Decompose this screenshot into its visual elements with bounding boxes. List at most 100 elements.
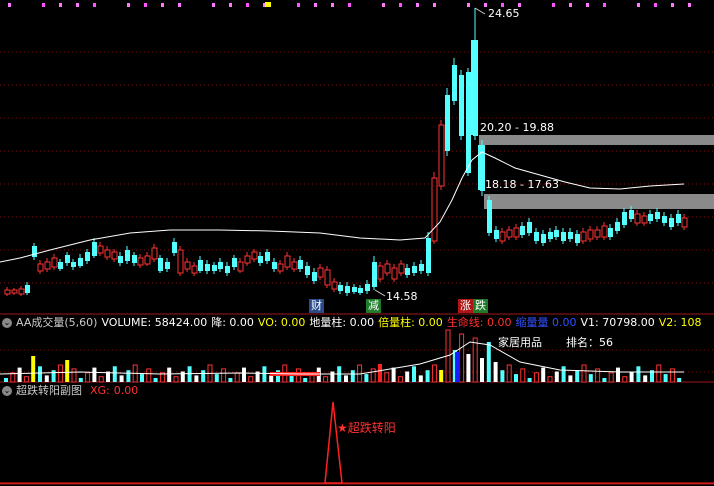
candle-body	[527, 222, 532, 233]
top-marker	[178, 3, 181, 7]
kline-chart-canvas[interactable]	[0, 0, 714, 486]
candle-body	[398, 263, 405, 274]
chevron-down-icon[interactable]: ⌄	[2, 386, 12, 396]
volume-bar	[561, 366, 566, 382]
volume-bar	[405, 371, 410, 382]
volume-bar	[234, 372, 240, 383]
top-marker	[348, 3, 351, 7]
volume-bar	[153, 378, 158, 382]
candle-body	[506, 229, 513, 238]
top-marker	[297, 3, 300, 7]
candle-body	[277, 263, 284, 272]
xg-label: XG:	[90, 384, 110, 397]
candle-body	[198, 260, 203, 271]
volume-bar	[636, 366, 641, 382]
volume-bar	[554, 371, 559, 382]
candle-body	[298, 260, 303, 269]
candle-body	[669, 218, 674, 227]
volume-bar	[364, 374, 369, 382]
volume-field: V2: 108	[658, 316, 702, 329]
candle-body	[568, 232, 573, 239]
volume-bar	[173, 376, 179, 383]
volume-bar	[350, 370, 355, 382]
top-marker	[59, 3, 62, 7]
volume-bar	[500, 370, 505, 382]
volume-field: 缩量量 0.00	[515, 316, 577, 329]
resistance-zone	[479, 135, 714, 145]
candle-body	[426, 238, 431, 273]
top-marker	[42, 3, 45, 7]
volume-bar	[242, 367, 246, 382]
volume-bar	[643, 375, 648, 382]
candle-body	[218, 262, 223, 269]
marker-jian[interactable]: 减	[366, 299, 381, 313]
candle-body	[317, 267, 324, 278]
marker-zhang[interactable]: 涨	[458, 299, 473, 313]
top-marker	[382, 3, 385, 7]
volume-field: VOLUME: 58424.00	[101, 316, 208, 329]
top-marker	[399, 3, 402, 7]
candle-body	[151, 247, 158, 260]
chevron-down-icon[interactable]: ⌄	[2, 318, 12, 328]
volume-bar	[418, 375, 423, 382]
candle-body	[331, 281, 338, 290]
volume-bar	[629, 371, 634, 382]
volume-bar	[472, 337, 478, 383]
top-marker	[603, 3, 606, 7]
support-zone	[484, 194, 714, 209]
marker-cai[interactable]: 财	[309, 299, 324, 313]
volume-bar	[486, 342, 491, 382]
volume-bar	[71, 368, 77, 383]
rank-value: 56	[599, 336, 613, 349]
candle-body	[487, 200, 492, 233]
marker-die[interactable]: 跌	[473, 299, 488, 313]
volume-bar	[65, 360, 70, 382]
top-marker	[654, 3, 657, 7]
volume-bar	[506, 364, 512, 383]
candle-body	[459, 75, 464, 136]
candle-body	[478, 145, 484, 190]
candle-body	[338, 285, 343, 291]
signal-panel-title[interactable]: 超跌转阳副图	[16, 384, 82, 397]
candle-body	[324, 269, 331, 286]
candle-body	[51, 257, 58, 268]
top-marker	[93, 3, 96, 7]
top-marker	[144, 3, 147, 7]
volume-bar	[214, 374, 219, 382]
candle-body	[365, 284, 370, 291]
volume-bar	[575, 370, 580, 382]
candle-body	[205, 264, 210, 271]
candle-body	[548, 232, 553, 239]
candle-body	[541, 234, 546, 243]
high-pointer	[474, 7, 486, 15]
volume-bar	[330, 371, 335, 382]
candle-body	[191, 265, 198, 274]
candle-body	[520, 226, 525, 235]
top-marker	[265, 2, 271, 7]
candle-body	[676, 214, 681, 223]
candle-body	[419, 264, 424, 271]
top-marker	[688, 3, 691, 7]
top-marker	[569, 3, 572, 7]
candle-body	[594, 229, 601, 238]
candle-body	[575, 234, 580, 243]
candle-body	[662, 216, 667, 223]
top-marker	[212, 3, 215, 7]
candle-body	[71, 262, 76, 267]
candle-body	[258, 256, 263, 263]
top-marker	[552, 3, 555, 7]
volume-field: 生命线: 0.00	[446, 316, 512, 329]
volume-bar	[425, 370, 430, 382]
volume-bar	[51, 370, 56, 382]
volume-panel-title[interactable]: AA成交量(5,60)	[16, 316, 97, 329]
candle-body	[412, 266, 417, 273]
top-marker	[484, 3, 487, 7]
volume-bar	[344, 375, 348, 382]
volume-bar	[378, 364, 382, 382]
candle-body	[118, 256, 123, 263]
volume-bar	[622, 376, 628, 383]
volume-bar	[248, 376, 254, 383]
volume-bar	[397, 376, 403, 383]
volume-bar	[126, 370, 131, 382]
volume-bar	[568, 375, 573, 382]
